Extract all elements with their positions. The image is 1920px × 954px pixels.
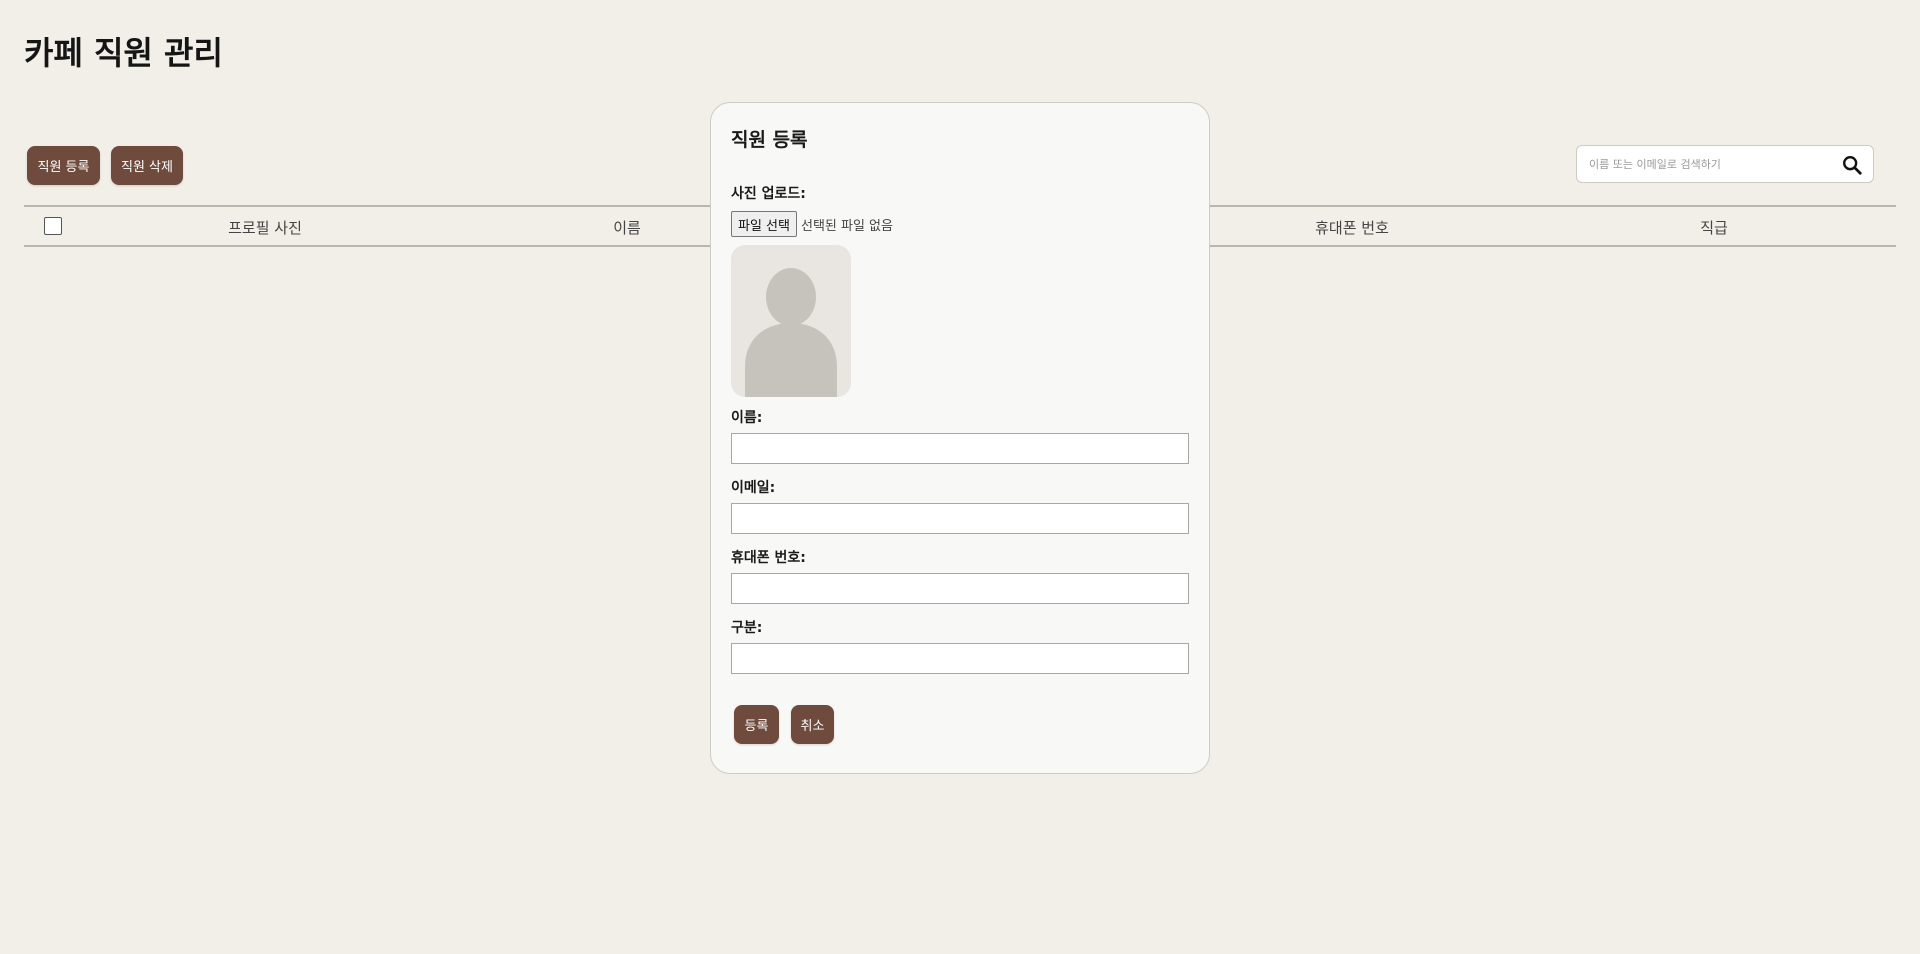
email-label: 이메일: <box>731 480 776 496</box>
name-label: 이름: <box>731 410 763 426</box>
modal-title: 직원 등록 <box>731 129 808 151</box>
page-title: 카페 직원 관리 <box>24 34 223 72</box>
file-status-text: 선택된 파일 없음 <box>800 218 893 234</box>
role-label: 구분: <box>731 620 763 636</box>
search-box <box>1576 145 1874 183</box>
select-all-checkbox[interactable] <box>44 217 62 235</box>
cancel-button[interactable]: 취소 <box>791 705 834 744</box>
submit-button[interactable]: 등록 <box>734 705 779 744</box>
name-field[interactable] <box>731 433 1189 464</box>
search-icon[interactable] <box>1841 154 1863 176</box>
register-employee-button[interactable]: 직원 등록 <box>27 146 100 185</box>
choose-file-button[interactable]: 파일 선택 <box>731 211 797 237</box>
phone-label: 휴대폰 번호: <box>731 550 806 566</box>
column-header-position: 직급 <box>1700 219 1728 237</box>
role-field[interactable] <box>731 643 1189 674</box>
email-field[interactable] <box>731 503 1189 534</box>
phone-field[interactable] <box>731 573 1189 604</box>
column-header-phone: 휴대폰 번호 <box>1315 219 1389 237</box>
column-header-profile-photo: 프로필 사진 <box>228 219 302 237</box>
photo-upload-label: 사진 업로드: <box>731 186 806 202</box>
file-upload-control: 파일 선택 선택된 파일 없음 <box>731 211 893 237</box>
register-employee-modal: 직원 등록 사진 업로드: 파일 선택 선택된 파일 없음 이름: 이메일: 휴… <box>710 102 1210 774</box>
delete-employee-button[interactable]: 직원 삭제 <box>111 146 183 185</box>
profile-photo-preview <box>731 245 851 397</box>
avatar-placeholder-icon <box>745 268 837 397</box>
column-header-name: 이름 <box>613 219 641 237</box>
search-input[interactable] <box>1577 156 1831 172</box>
